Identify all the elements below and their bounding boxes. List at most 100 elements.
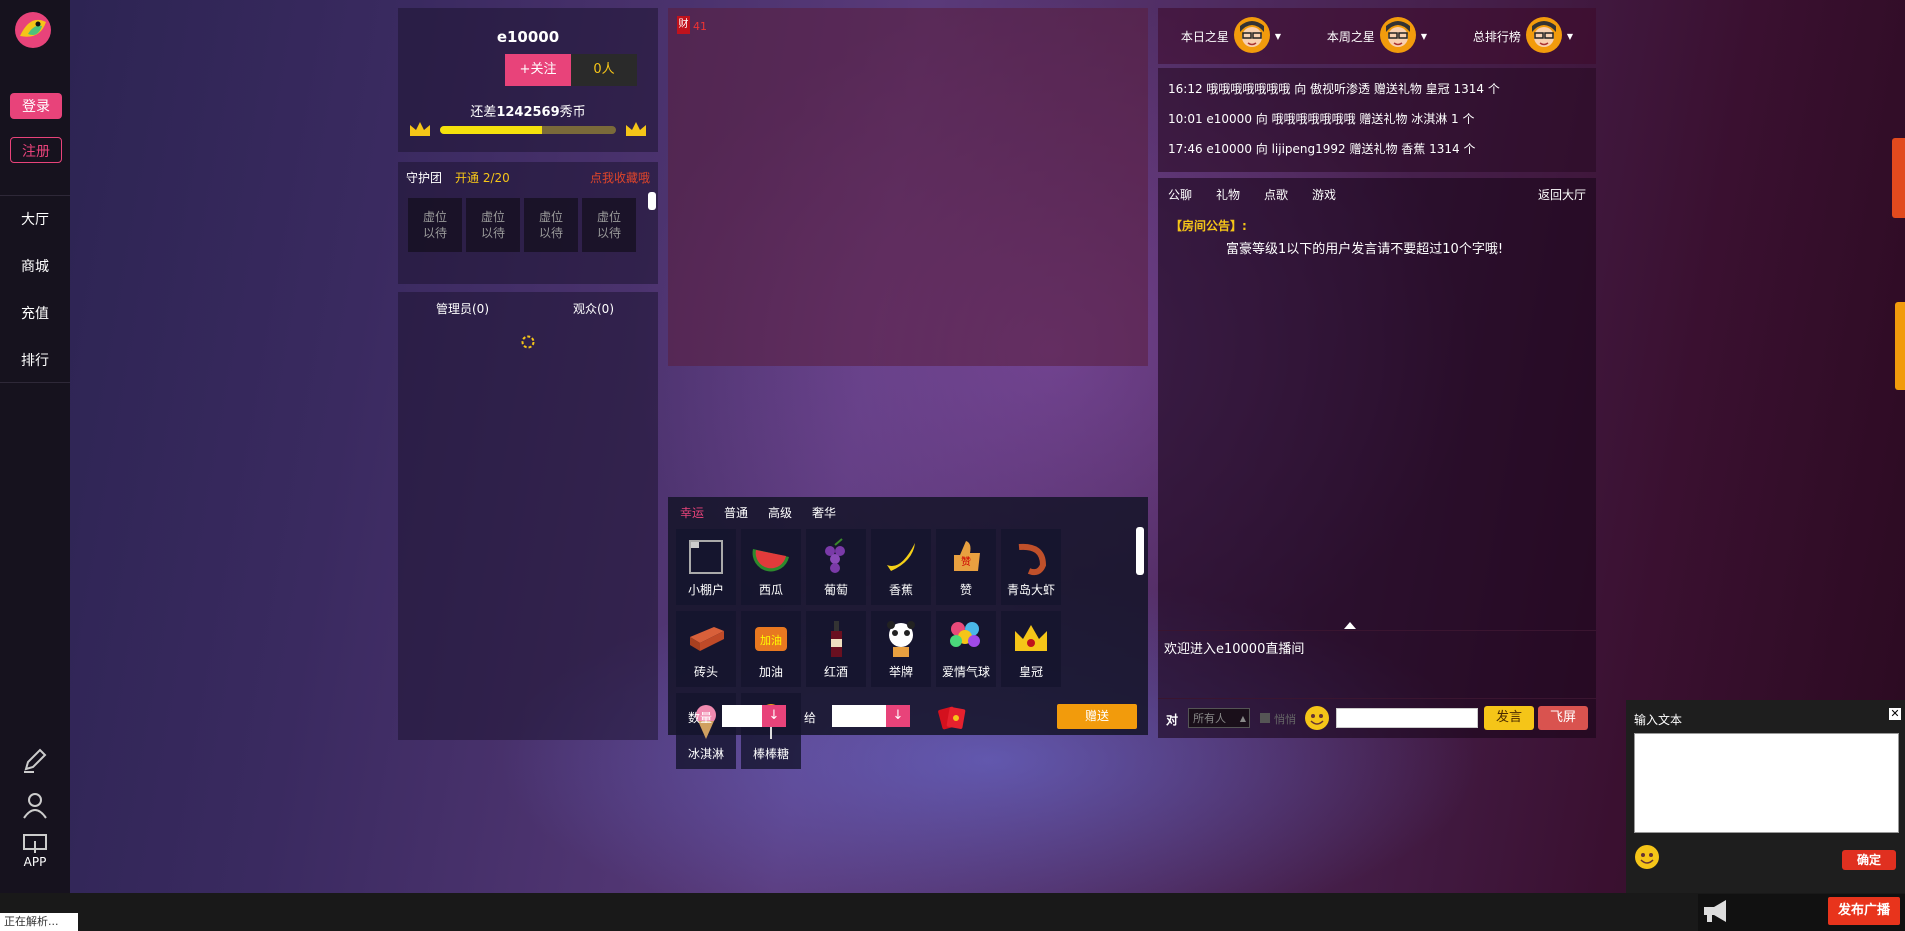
app-icon[interactable] xyxy=(20,833,50,855)
gift-name: 葡萄 xyxy=(823,583,848,597)
rank-label: 本周之星 xyxy=(1326,30,1375,44)
level-progress-bar xyxy=(440,126,616,134)
rank-tab[interactable]: 本日之星 ▼ xyxy=(1158,16,1304,57)
gift-tab-luxury[interactable]: 奢华 xyxy=(812,506,836,520)
gift-item[interactable]: 西瓜 xyxy=(741,529,801,605)
progress-amount: 1242569 xyxy=(496,105,560,120)
admins-tab[interactable]: 管理员(0) xyxy=(436,300,489,317)
avatar xyxy=(1525,16,1563,57)
chat-tab-gifts[interactable]: 礼物 xyxy=(1216,186,1240,203)
gift-item[interactable]: 香蕉 xyxy=(871,529,931,605)
watermelon-icon xyxy=(749,535,793,579)
popup-textarea[interactable] xyxy=(1634,733,1899,833)
quantity-dropdown-icon[interactable]: ↓ xyxy=(762,705,786,727)
guard-slot[interactable]: 虚位 以待 xyxy=(524,198,578,252)
chat-input[interactable] xyxy=(1336,708,1478,728)
speak-button[interactable]: 发言 xyxy=(1484,706,1534,730)
gift-item[interactable]: 小棚户 xyxy=(676,529,736,605)
wine-icon xyxy=(814,617,858,661)
gift-tab-normal[interactable]: 普通 xyxy=(724,506,748,520)
chat-target-value: 所有人 xyxy=(1193,712,1226,725)
whisper-checkbox[interactable] xyxy=(1260,713,1270,723)
video-area[interactable]: 财 41 xyxy=(668,8,1148,366)
gift-item[interactable]: 青岛大虾 xyxy=(1001,529,1061,605)
gift-item[interactable]: 红酒 xyxy=(806,611,866,687)
collect-link[interactable]: 点我收藏哦 xyxy=(590,169,650,186)
gift-tab-lucky[interactable]: 幸运 xyxy=(680,506,704,520)
avatar xyxy=(1379,16,1417,57)
brick-icon xyxy=(684,617,728,661)
rank-tab[interactable]: 总排行榜 ▼ xyxy=(1450,16,1596,57)
gift-name: 砖头 xyxy=(693,665,718,679)
guard-slot[interactable]: 虚位 以待 xyxy=(582,198,636,252)
shrimp-icon xyxy=(1009,535,1053,579)
nav-hall[interactable]: 大厅 xyxy=(0,205,70,235)
red-packet-icon[interactable] xyxy=(937,702,967,736)
send-gift-button[interactable]: 赠送 xyxy=(1057,704,1137,729)
chat-tab-songs[interactable]: 点歌 xyxy=(1264,186,1288,203)
status-text: 正在解析... xyxy=(0,913,78,931)
guard-open-link[interactable]: 开通 2/20 xyxy=(455,169,510,186)
guard-slot[interactable]: 虚位 以待 xyxy=(408,198,462,252)
gift-tabs: 幸运 普通 高级 奢华 xyxy=(680,504,856,521)
recipient-dropdown-icon[interactable]: ↓ xyxy=(886,705,910,727)
gift-item[interactable]: 爱情气球 xyxy=(936,611,996,687)
gift-name: 小棚户 xyxy=(687,583,724,597)
popup-confirm-button[interactable]: 确定 xyxy=(1842,850,1896,870)
follow-button[interactable]: +关注 xyxy=(505,54,571,86)
members-panel: 管理员(0) 观众(0) xyxy=(398,292,658,740)
megaphone-icon xyxy=(1700,897,1734,929)
emoji-icon[interactable] xyxy=(1304,705,1330,735)
chat-panel: 公聊 礼物 点歌 游戏 返回大厅 【房间公告】: 富豪等级1以下的用户发言请不要… xyxy=(1158,178,1596,738)
gift-item[interactable]: 举牌 xyxy=(871,611,931,687)
thumbs-up-icon: 赞 xyxy=(944,535,988,579)
chat-target-select[interactable]: 所有人 ▲ xyxy=(1188,708,1250,728)
gift-item[interactable]: 葡萄 xyxy=(806,529,866,605)
emoji-icon[interactable] xyxy=(1634,844,1660,874)
gift-item[interactable]: 砖头 xyxy=(676,611,736,687)
nav-ranking[interactable]: 排行 xyxy=(0,346,70,376)
nav-mall[interactable]: 商城 xyxy=(0,252,70,282)
gift-tab-advanced[interactable]: 高级 xyxy=(768,506,792,520)
gift-item[interactable]: 皇冠 xyxy=(1001,611,1061,687)
publish-broadcast-button[interactable]: 发布广播 xyxy=(1828,897,1900,925)
fly-screen-button[interactable]: 飞屏 xyxy=(1538,706,1588,730)
chevron-down-icon: ▼ xyxy=(1420,32,1428,41)
scrollbar[interactable] xyxy=(648,192,656,210)
left-sidebar: 登录 注册 大厅 商城 充值 排行 APP xyxy=(0,0,70,893)
crown-icon xyxy=(624,120,648,142)
gift-item[interactable]: 加油 加油 xyxy=(741,611,801,687)
divider xyxy=(1158,630,1596,631)
scrollbar[interactable] xyxy=(1136,527,1144,575)
guard-slot[interactable]: 虚位 以待 xyxy=(466,198,520,252)
gift-item[interactable]: 赞赞 xyxy=(936,529,996,605)
wealth-count: 41 xyxy=(693,20,707,33)
register-button[interactable]: 注册 xyxy=(10,137,62,163)
back-to-hall-link[interactable]: 返回大厅 xyxy=(1538,186,1586,203)
audience-tab[interactable]: 观众(0) xyxy=(573,300,614,317)
feed-item: 16:12 哦哦哦哦哦哦哦 向 傲视听渗透 赠送礼物 皇冠 1314 个 xyxy=(1168,82,1500,96)
host-info-panel: e10000 +关注 0人 还差1242569秀币 xyxy=(398,8,658,152)
recipient-input[interactable] xyxy=(832,705,886,727)
user-icon[interactable] xyxy=(20,790,50,820)
edit-icon[interactable] xyxy=(20,745,50,775)
rank-tab[interactable]: 本周之星 ▼ xyxy=(1304,16,1450,57)
chat-tabs: 公聊 礼物 点歌 游戏 返回大厅 xyxy=(1158,178,1596,208)
guard-slots: 虚位 以待 虚位 以待 虚位 以待 虚位 以待 xyxy=(408,198,636,252)
close-icon[interactable]: ✕ xyxy=(1889,708,1901,720)
chat-tab-public[interactable]: 公聊 xyxy=(1168,186,1192,203)
gift-name: 青岛大虾 xyxy=(1006,583,1055,597)
progress-text: 还差1242569秀币 xyxy=(398,101,658,120)
nav-recharge[interactable]: 充值 xyxy=(0,299,70,329)
cheer-icon: 加油 xyxy=(749,617,793,661)
quantity-input[interactable] xyxy=(722,705,762,727)
collapse-arrow-icon[interactable] xyxy=(1344,622,1356,629)
side-orange-tab[interactable] xyxy=(1895,302,1905,390)
wealth-badge: 财 xyxy=(677,16,690,34)
logo-parrot-icon[interactable] xyxy=(10,10,56,50)
progress-suffix: 秀币 xyxy=(559,105,586,120)
chevron-down-icon: ▼ xyxy=(1566,32,1574,41)
chat-tab-games[interactable]: 游戏 xyxy=(1312,186,1336,203)
login-button[interactable]: 登录 xyxy=(10,93,62,119)
side-collect-tab[interactable] xyxy=(1892,138,1905,218)
